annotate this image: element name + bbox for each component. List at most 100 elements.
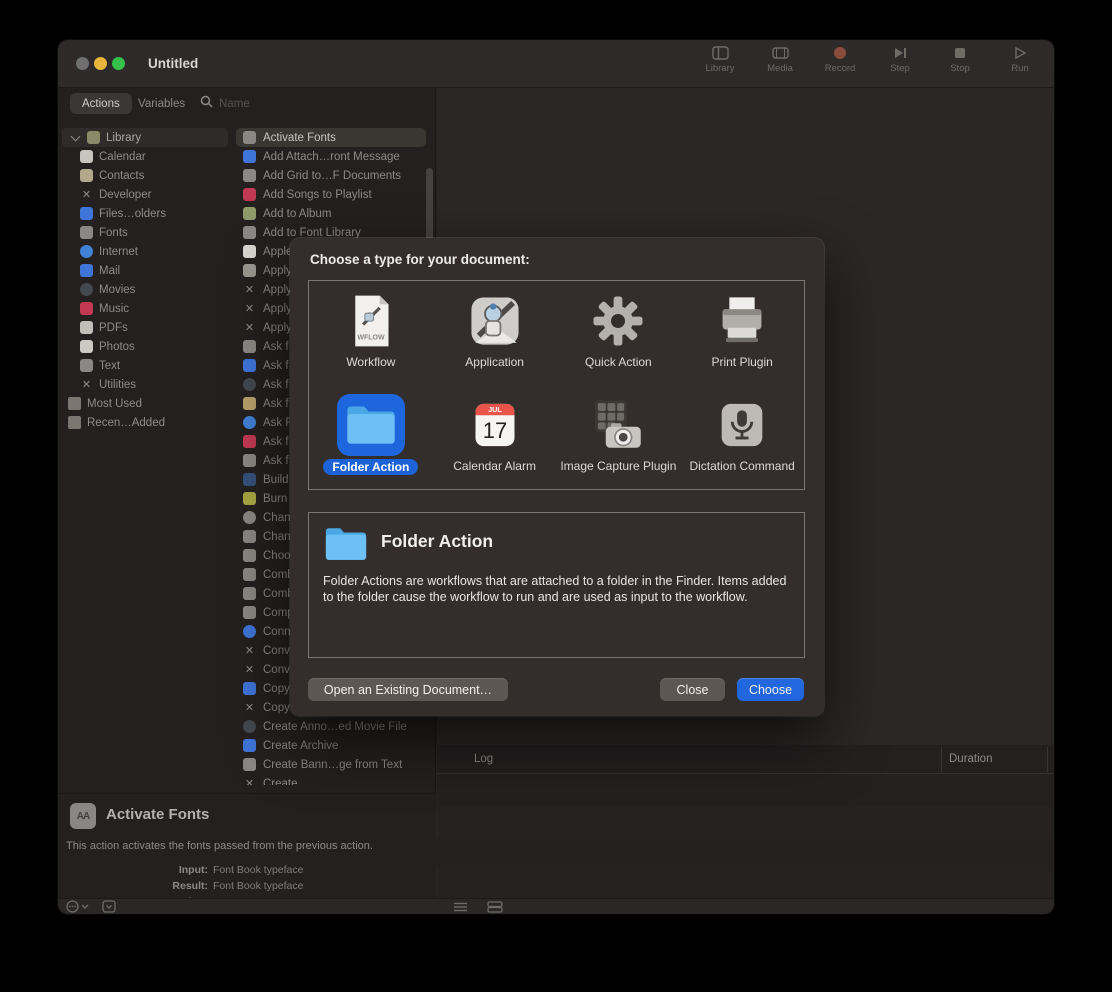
action-icon: ✕ [243, 663, 256, 676]
log-panel-view-icon[interactable] [487, 900, 503, 914]
sidebar-item-label: Most Used [87, 398, 142, 410]
action-label: Conn [263, 626, 291, 638]
action-label: Apply [263, 265, 292, 277]
log-list-view-icon[interactable] [453, 900, 468, 914]
action-label: Conv [263, 645, 290, 657]
sidebar-item[interactable]: ✕ Utilities [58, 375, 232, 394]
close-window-icon[interactable] [76, 57, 89, 70]
action-list-item[interactable]: Add Songs to Playlist [236, 185, 426, 204]
action-icon: ✕ [243, 644, 256, 657]
action-label: Ask f [263, 360, 289, 372]
action-label: Apply [263, 284, 292, 296]
media-button[interactable]: Media [760, 46, 800, 74]
stop-button[interactable]: Stop [940, 46, 980, 74]
run-button[interactable]: Run [1000, 46, 1040, 74]
action-label: Copy [263, 683, 290, 695]
sidebar-item[interactable]: Internet [58, 242, 232, 261]
action-icon [243, 758, 256, 771]
sidebar-item[interactable]: Photos [58, 337, 232, 356]
category-icon [80, 226, 93, 239]
type-folder-action[interactable]: Folder Action [309, 385, 433, 489]
action-list-item[interactable]: Create Anno…ed Movie File [236, 717, 426, 736]
svg-text:WFLOW: WFLOW [357, 334, 385, 341]
library-icon [712, 46, 729, 60]
type-quick-action[interactable]: Quick Action [557, 281, 681, 385]
category-icon [80, 169, 93, 182]
record-button[interactable]: Record [820, 46, 860, 74]
action-list-item[interactable]: Activate Fonts [236, 128, 426, 147]
type-description-box: Folder Action Folder Actions are workflo… [308, 512, 805, 658]
action-label: Copy [263, 702, 290, 714]
sidebar-item[interactable]: Calendar [58, 147, 232, 166]
type-image-capture-plugin[interactable]: Image Capture Plugin [557, 385, 681, 489]
tab-variables[interactable]: Variables [128, 93, 195, 114]
column-divider[interactable] [1047, 747, 1048, 772]
action-list-item[interactable]: Add to Album [236, 204, 426, 223]
action-label: Add to Album [263, 208, 331, 220]
type-label-selected: Folder Action [323, 459, 418, 475]
action-icon [243, 340, 256, 353]
description-title: Folder Action [381, 531, 493, 552]
type-dictation-command[interactable]: Dictation Command [680, 385, 804, 489]
action-list-item[interactable]: Create Bann…ge from Text [236, 755, 426, 774]
action-list-item[interactable]: Create Archive [236, 736, 426, 755]
duration-column-header[interactable]: Duration [949, 745, 992, 774]
tab-actions[interactable]: Actions [70, 93, 132, 114]
action-icon [243, 530, 256, 543]
type-print-plugin[interactable]: Print Plugin [680, 281, 804, 385]
toolbar-label: Run [1011, 63, 1028, 74]
column-divider[interactable] [941, 747, 942, 772]
action-label: Build [263, 474, 289, 486]
printer-icon [708, 290, 776, 352]
action-icon [243, 188, 256, 201]
open-existing-document-button[interactable]: Open an Existing Document… [308, 678, 508, 701]
step-button[interactable]: Step [880, 46, 920, 74]
choose-button[interactable]: Choose [737, 678, 804, 701]
fonts-action-icon: AA [70, 803, 96, 829]
type-application[interactable]: Application [433, 281, 557, 385]
sidebar-item[interactable]: Movies [58, 280, 232, 299]
sidebar-item[interactable]: Fonts [58, 223, 232, 242]
minimize-window-icon[interactable] [94, 57, 107, 70]
run-options-menu-icon[interactable] [66, 900, 92, 914]
zoom-window-icon[interactable] [112, 57, 125, 70]
tab-row: Actions Variables Name [58, 88, 435, 120]
sidebar-item[interactable]: PDFs [58, 318, 232, 337]
sidebar-item-label: Text [99, 360, 120, 372]
action-list-item[interactable]: Add Attach…ront Message [236, 147, 426, 166]
sidebar-item[interactable]: Text [58, 356, 232, 375]
sidebar-item-library[interactable]: Library [62, 128, 228, 147]
type-calendar-alarm[interactable]: JUL 17 Calendar Alarm [433, 385, 557, 489]
sidebar-item[interactable]: Music [58, 299, 232, 318]
action-list-item[interactable]: ✕ Create [236, 774, 426, 785]
action-label: Create [263, 778, 298, 786]
log-pane: Log Duration [437, 745, 1054, 898]
sidebar-item[interactable]: Mail [58, 261, 232, 280]
category-icon [80, 245, 93, 258]
action-list-item[interactable]: Add Grid to…F Documents [236, 166, 426, 185]
type-workflow[interactable]: WFLOW Workflow [309, 281, 433, 385]
sidebar-item[interactable]: Recen…Added [58, 413, 232, 432]
search-input[interactable]: Name [200, 93, 250, 114]
svg-text:17: 17 [482, 418, 506, 443]
action-label: Ask f [263, 455, 289, 467]
log-row [437, 868, 1054, 899]
chevron-down-icon[interactable] [71, 131, 81, 141]
sidebar-item[interactable]: Files…olders [58, 204, 232, 223]
library-button[interactable]: Library [700, 46, 740, 74]
toolbar-label: Record [825, 63, 856, 74]
action-label: Conv [263, 664, 290, 676]
field-value: Font Book typeface [213, 864, 303, 876]
media-icon [772, 46, 789, 60]
close-button[interactable]: Close [660, 678, 725, 701]
media-popup-icon[interactable] [102, 900, 116, 914]
sidebar-item[interactable]: ✕ Developer [58, 185, 232, 204]
title-bar: Untitled Library Media Record [58, 40, 1054, 88]
sidebar-item[interactable]: Most Used [58, 394, 232, 413]
sidebar-item[interactable]: Contacts [58, 166, 232, 185]
action-label: Add to Font Library [263, 227, 361, 239]
detail-description: This action activates the fonts passed f… [66, 840, 428, 852]
log-column-header[interactable]: Log [474, 745, 493, 774]
action-icon [243, 131, 256, 144]
library-books-icon [87, 131, 100, 144]
